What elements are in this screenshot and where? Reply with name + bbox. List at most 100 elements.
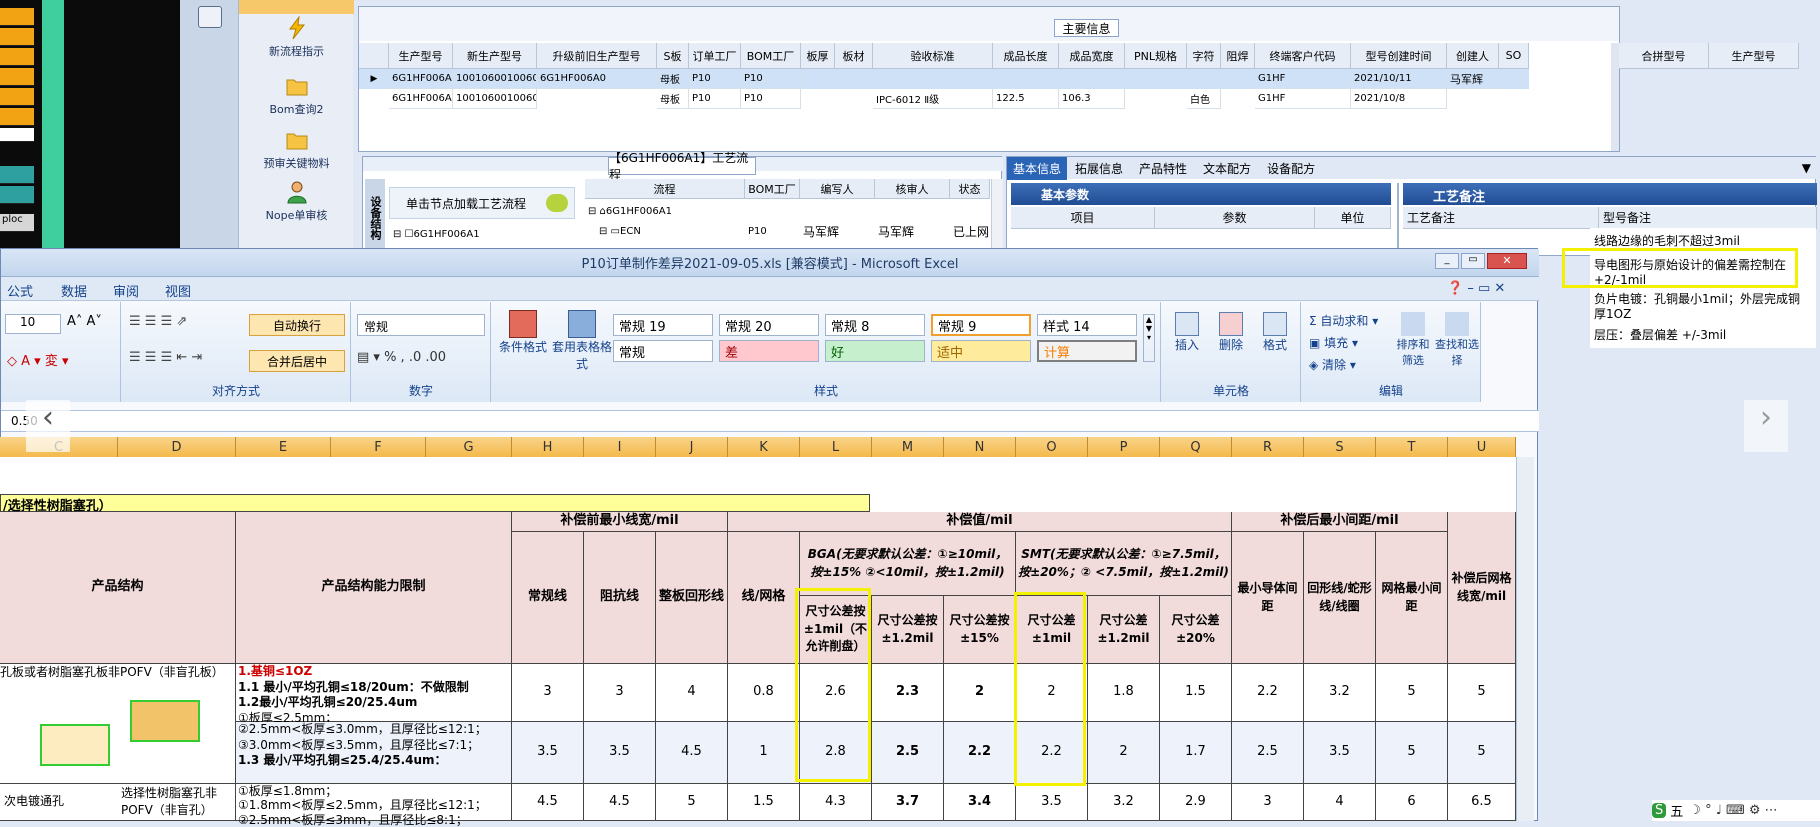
load-process-button[interactable]: 单击节点加载工艺流程 bbox=[389, 187, 575, 219]
col-header[interactable]: 成品长度 bbox=[993, 43, 1059, 69]
column-header[interactable]: U bbox=[1448, 437, 1516, 457]
style-cell[interactable]: 常规 8 bbox=[825, 314, 925, 336]
align-icons-2[interactable]: ☰ ☰ ☰ ⇤ ⇥ bbox=[129, 350, 229, 372]
col-header[interactable]: 字符 bbox=[1187, 43, 1221, 69]
col-header[interactable]: 流程 bbox=[585, 179, 745, 199]
find-select-button[interactable]: 查找和选择 bbox=[1435, 312, 1479, 368]
data-cell[interactable]: 3 bbox=[584, 664, 656, 722]
header-smt[interactable]: SMT(无要求默认公差：①≥7.5mil，按±20%；② <7.5mil，按±1… bbox=[1016, 532, 1232, 596]
cell[interactable]: P10 bbox=[689, 89, 741, 109]
data-cell[interactable]: 3.5 bbox=[1304, 722, 1376, 784]
struct-cell[interactable]: 次电镀通孔 选择性树脂塞孔非POFV（非盲孔） bbox=[0, 784, 236, 821]
column-header[interactable]: F bbox=[331, 437, 426, 457]
col-header[interactable]: 型号备注 bbox=[1599, 207, 1817, 229]
style-cell[interactable]: 常规 bbox=[613, 340, 713, 362]
gear-icon[interactable] bbox=[198, 6, 222, 28]
pre-review-button[interactable]: 预审关键物料 bbox=[239, 128, 354, 171]
data-cell[interactable]: 1.7 bbox=[1160, 722, 1232, 784]
data-cell[interactable]: 2.2 bbox=[1232, 664, 1304, 722]
style-cell[interactable]: 样式 14 bbox=[1037, 314, 1137, 336]
header-comp[interactable]: 补偿值/mil bbox=[728, 512, 1232, 532]
column-header[interactable]: I bbox=[584, 437, 656, 457]
header-q[interactable]: 尺寸公差±20% bbox=[1160, 596, 1232, 664]
prev-arrow-icon[interactable]: ‹ bbox=[26, 400, 70, 452]
data-cell[interactable]: 1 bbox=[728, 722, 800, 784]
cell[interactable]: 已上网 bbox=[950, 221, 990, 241]
cell[interactable]: P10 bbox=[741, 89, 801, 109]
col-header[interactable]: PNL规格 bbox=[1125, 43, 1187, 69]
next-arrow-icon[interactable]: › bbox=[1744, 400, 1788, 452]
column-header[interactable]: H bbox=[512, 437, 584, 457]
column-header[interactable]: T bbox=[1376, 437, 1448, 457]
status-cell[interactable] bbox=[0, 166, 34, 184]
formula-bar[interactable]: 0.50 bbox=[1, 410, 1539, 432]
font-size-select[interactable]: 10 bbox=[5, 314, 61, 334]
status-cell[interactable] bbox=[0, 88, 34, 106]
data-cell[interactable]: 5 bbox=[1448, 722, 1516, 784]
style-cell[interactable]: 适中 bbox=[931, 340, 1031, 362]
tree-node[interactable]: ⊟ ▭ ECN bbox=[585, 221, 745, 241]
data-cell[interactable]: 3.7 bbox=[872, 784, 944, 821]
header-struct[interactable]: 产品结构 bbox=[0, 512, 236, 664]
column-header[interactable]: J bbox=[656, 437, 728, 457]
column-header[interactable]: Q bbox=[1160, 437, 1232, 457]
status-cell[interactable] bbox=[0, 48, 34, 66]
merge-center-button[interactable]: 合并后居中 bbox=[249, 350, 345, 372]
header-r[interactable]: 最小导体间距 bbox=[1232, 532, 1304, 664]
data-cell[interactable]: 2.3 bbox=[872, 664, 944, 722]
cell[interactable]: P10 bbox=[689, 69, 741, 89]
number-format-select[interactable]: 常规 bbox=[357, 314, 485, 336]
cell[interactable]: 106.3 bbox=[1059, 89, 1125, 109]
banner-cell[interactable]: /选择性树脂塞孔） bbox=[0, 494, 870, 514]
nope-review-button[interactable]: Nope单审核 bbox=[239, 180, 354, 223]
col-header[interactable]: 生产型号 bbox=[1709, 43, 1799, 69]
vertical-scrollbar[interactable] bbox=[1516, 457, 1534, 821]
data-cell[interactable]: 2.5 bbox=[1232, 722, 1304, 784]
col-header[interactable]: 生产型号 bbox=[389, 43, 453, 69]
col-header[interactable]: 状态 bbox=[950, 179, 990, 199]
column-header[interactable]: G bbox=[426, 437, 512, 457]
data-cell[interactable]: 3 bbox=[1232, 784, 1304, 821]
data-cell[interactable]: 5 bbox=[1376, 722, 1448, 784]
cell[interactable]: IPC-6012 Ⅱ级 bbox=[873, 89, 993, 109]
cell[interactable]: 白色 bbox=[1187, 89, 1221, 109]
status-cell-label[interactable]: ploc bbox=[0, 214, 34, 232]
data-cell[interactable]: 5 bbox=[656, 784, 728, 821]
data-cell[interactable]: 1.5 bbox=[728, 784, 800, 821]
data-cell[interactable]: 1.8 bbox=[1088, 664, 1160, 722]
data-cell[interactable]: 4.5 bbox=[656, 722, 728, 784]
status-cell[interactable] bbox=[0, 28, 34, 46]
clear-button[interactable]: ◈ 清除 ▾ bbox=[1309, 356, 1356, 373]
header-u[interactable]: 补偿后网格线宽/mil bbox=[1448, 512, 1516, 664]
new-flow-button[interactable]: 新流程指示 bbox=[239, 16, 354, 59]
header-n[interactable]: 尺寸公差按±15% bbox=[944, 596, 1016, 664]
data-cell[interactable]: 1.5 bbox=[1160, 664, 1232, 722]
col-header[interactable]: 阻焊 bbox=[1221, 43, 1255, 69]
close-button[interactable]: ✕ bbox=[1487, 253, 1527, 269]
struct-cell[interactable]: 孔板或者树脂塞孔板非POFV（非盲孔板） bbox=[0, 664, 236, 784]
limit-cell[interactable]: ①板厚≤1.8mm； ①1.8mm<板厚≤2.5mm，且厚径比≤12:1； ②2… bbox=[236, 784, 512, 827]
column-header[interactable]: K bbox=[728, 437, 800, 457]
data-cell[interactable]: 2.9 bbox=[1160, 784, 1232, 821]
data-cell[interactable]: 3.5 bbox=[584, 722, 656, 784]
col-header[interactable]: BOM工厂 bbox=[741, 43, 801, 69]
header-bga[interactable]: BGA(无要求默认公差：①≥10mil，按±15% ②<10mil，按±1.2m… bbox=[800, 532, 1016, 596]
column-header[interactable]: M bbox=[872, 437, 944, 457]
status-cell[interactable] bbox=[0, 68, 34, 86]
column-header[interactable]: R bbox=[1232, 437, 1304, 457]
wrap-text-button[interactable]: 自动换行 bbox=[249, 314, 345, 336]
style-cell[interactable]: 计算 bbox=[1037, 340, 1137, 362]
column-header[interactable]: D bbox=[118, 437, 236, 457]
tab-product-feature[interactable]: 产品特性 bbox=[1131, 157, 1195, 180]
cell[interactable]: 6G1HF006A0 bbox=[389, 89, 453, 109]
sort-filter-button[interactable]: 排序和筛选 bbox=[1393, 312, 1433, 368]
col-header[interactable]: 板厚 bbox=[801, 43, 835, 69]
header-before[interactable]: 补偿前最小线宽/mil bbox=[512, 512, 728, 532]
col-header[interactable]: 核审人 bbox=[875, 179, 950, 199]
cell[interactable]: 马军辉 bbox=[800, 221, 875, 241]
tree-node[interactable]: ⊟ ⌂ 6G1HF006A1 bbox=[585, 201, 745, 221]
tab-text-recipe[interactable]: 文本配方 bbox=[1195, 157, 1259, 180]
tab-view[interactable]: 视图 bbox=[165, 281, 191, 300]
col-header[interactable]: 编写人 bbox=[800, 179, 875, 199]
header-after[interactable]: 补偿后最小间距/mil bbox=[1232, 512, 1448, 532]
